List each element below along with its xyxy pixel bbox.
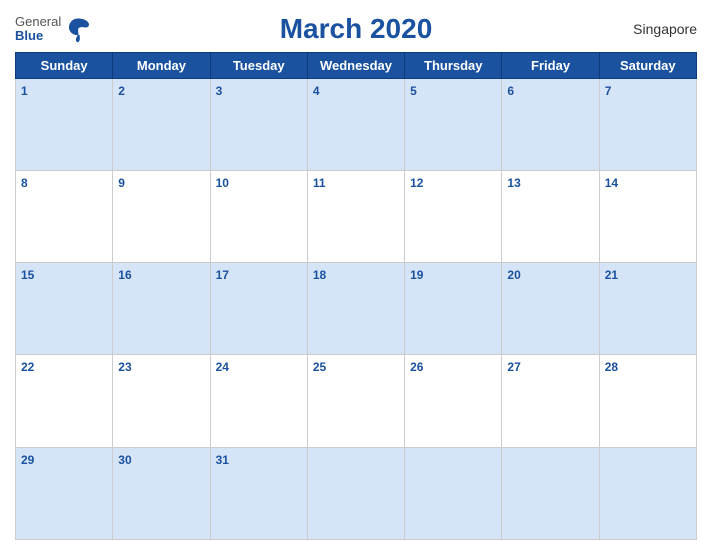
- calendar-cell: 23: [113, 355, 210, 447]
- logo-blue-text: Blue: [15, 29, 61, 43]
- day-number: 10: [216, 176, 229, 190]
- day-number: 31: [216, 453, 229, 467]
- calendar-cell: 24: [210, 355, 307, 447]
- calendar-cell: 11: [307, 170, 404, 262]
- calendar-cell: 8: [16, 170, 113, 262]
- logo-bird-icon: [64, 15, 92, 43]
- calendar-cell: 14: [599, 170, 696, 262]
- day-number: 21: [605, 268, 618, 282]
- calendar-cell: 4: [307, 78, 404, 170]
- month-title: March 2020: [280, 13, 433, 45]
- day-number: 23: [118, 360, 131, 374]
- day-header-thursday: Thursday: [405, 52, 502, 78]
- day-number: 19: [410, 268, 423, 282]
- calendar-week-row: 1 2 3 4 5 6 7: [16, 78, 697, 170]
- day-number: 20: [507, 268, 520, 282]
- day-number: 26: [410, 360, 423, 374]
- calendar-cell: 16: [113, 263, 210, 355]
- day-number: 17: [216, 268, 229, 282]
- day-number: 28: [605, 360, 618, 374]
- calendar-cell: 19: [405, 263, 502, 355]
- day-number: 18: [313, 268, 326, 282]
- logo-general-text: General: [15, 15, 61, 29]
- calendar-cell: 29: [16, 447, 113, 539]
- calendar-cell: [307, 447, 404, 539]
- calendar-cell: 25: [307, 355, 404, 447]
- day-number: 2: [118, 84, 125, 98]
- logo: General Blue: [15, 15, 92, 44]
- day-number: 8: [21, 176, 28, 190]
- calendar-cell: 2: [113, 78, 210, 170]
- calendar-cell: 1: [16, 78, 113, 170]
- calendar-cell: [502, 447, 599, 539]
- calendar-cell: 22: [16, 355, 113, 447]
- calendar-week-row: 15 16 17 18 19 20 21: [16, 263, 697, 355]
- day-number: 30: [118, 453, 131, 467]
- calendar-cell: 28: [599, 355, 696, 447]
- calendar-week-row: 29 30 31: [16, 447, 697, 539]
- calendar-cell: 20: [502, 263, 599, 355]
- day-header-tuesday: Tuesday: [210, 52, 307, 78]
- day-header-sunday: Sunday: [16, 52, 113, 78]
- calendar-cell: 5: [405, 78, 502, 170]
- calendar-cell: 9: [113, 170, 210, 262]
- calendar-cell: [599, 447, 696, 539]
- calendar-cell: 3: [210, 78, 307, 170]
- day-header-wednesday: Wednesday: [307, 52, 404, 78]
- calendar-week-row: 8 9 10 11 12 13 14: [16, 170, 697, 262]
- day-number: 24: [216, 360, 229, 374]
- day-number: 9: [118, 176, 125, 190]
- calendar-cell: [405, 447, 502, 539]
- day-number: 11: [313, 176, 326, 190]
- day-number: 5: [410, 84, 417, 98]
- day-number: 3: [216, 84, 223, 98]
- calendar-cell: 15: [16, 263, 113, 355]
- day-number: 13: [507, 176, 520, 190]
- day-header-saturday: Saturday: [599, 52, 696, 78]
- calendar-cell: 13: [502, 170, 599, 262]
- day-number: 29: [21, 453, 34, 467]
- calendar-week-row: 22 23 24 25 26 27 28: [16, 355, 697, 447]
- calendar-cell: 17: [210, 263, 307, 355]
- calendar-cell: 12: [405, 170, 502, 262]
- day-header-friday: Friday: [502, 52, 599, 78]
- calendar-cell: 27: [502, 355, 599, 447]
- calendar-header-row: SundayMondayTuesdayWednesdayThursdayFrid…: [16, 52, 697, 78]
- day-number: 25: [313, 360, 326, 374]
- calendar-cell: 18: [307, 263, 404, 355]
- day-number: 16: [118, 268, 131, 282]
- calendar-cell: 30: [113, 447, 210, 539]
- calendar-cell: 7: [599, 78, 696, 170]
- day-number: 1: [21, 84, 28, 98]
- calendar-cell: 31: [210, 447, 307, 539]
- calendar-cell: 10: [210, 170, 307, 262]
- day-number: 7: [605, 84, 612, 98]
- calendar-table: SundayMondayTuesdayWednesdayThursdayFrid…: [15, 52, 697, 540]
- day-header-monday: Monday: [113, 52, 210, 78]
- calendar-cell: 26: [405, 355, 502, 447]
- day-number: 27: [507, 360, 520, 374]
- day-number: 15: [21, 268, 34, 282]
- day-number: 12: [410, 176, 423, 190]
- country-label: Singapore: [633, 21, 697, 37]
- day-number: 14: [605, 176, 618, 190]
- calendar-cell: 21: [599, 263, 696, 355]
- day-number: 4: [313, 84, 320, 98]
- calendar-cell: 6: [502, 78, 599, 170]
- calendar-header: General Blue March 2020 Singapore: [15, 10, 697, 52]
- day-number: 6: [507, 84, 514, 98]
- day-number: 22: [21, 360, 34, 374]
